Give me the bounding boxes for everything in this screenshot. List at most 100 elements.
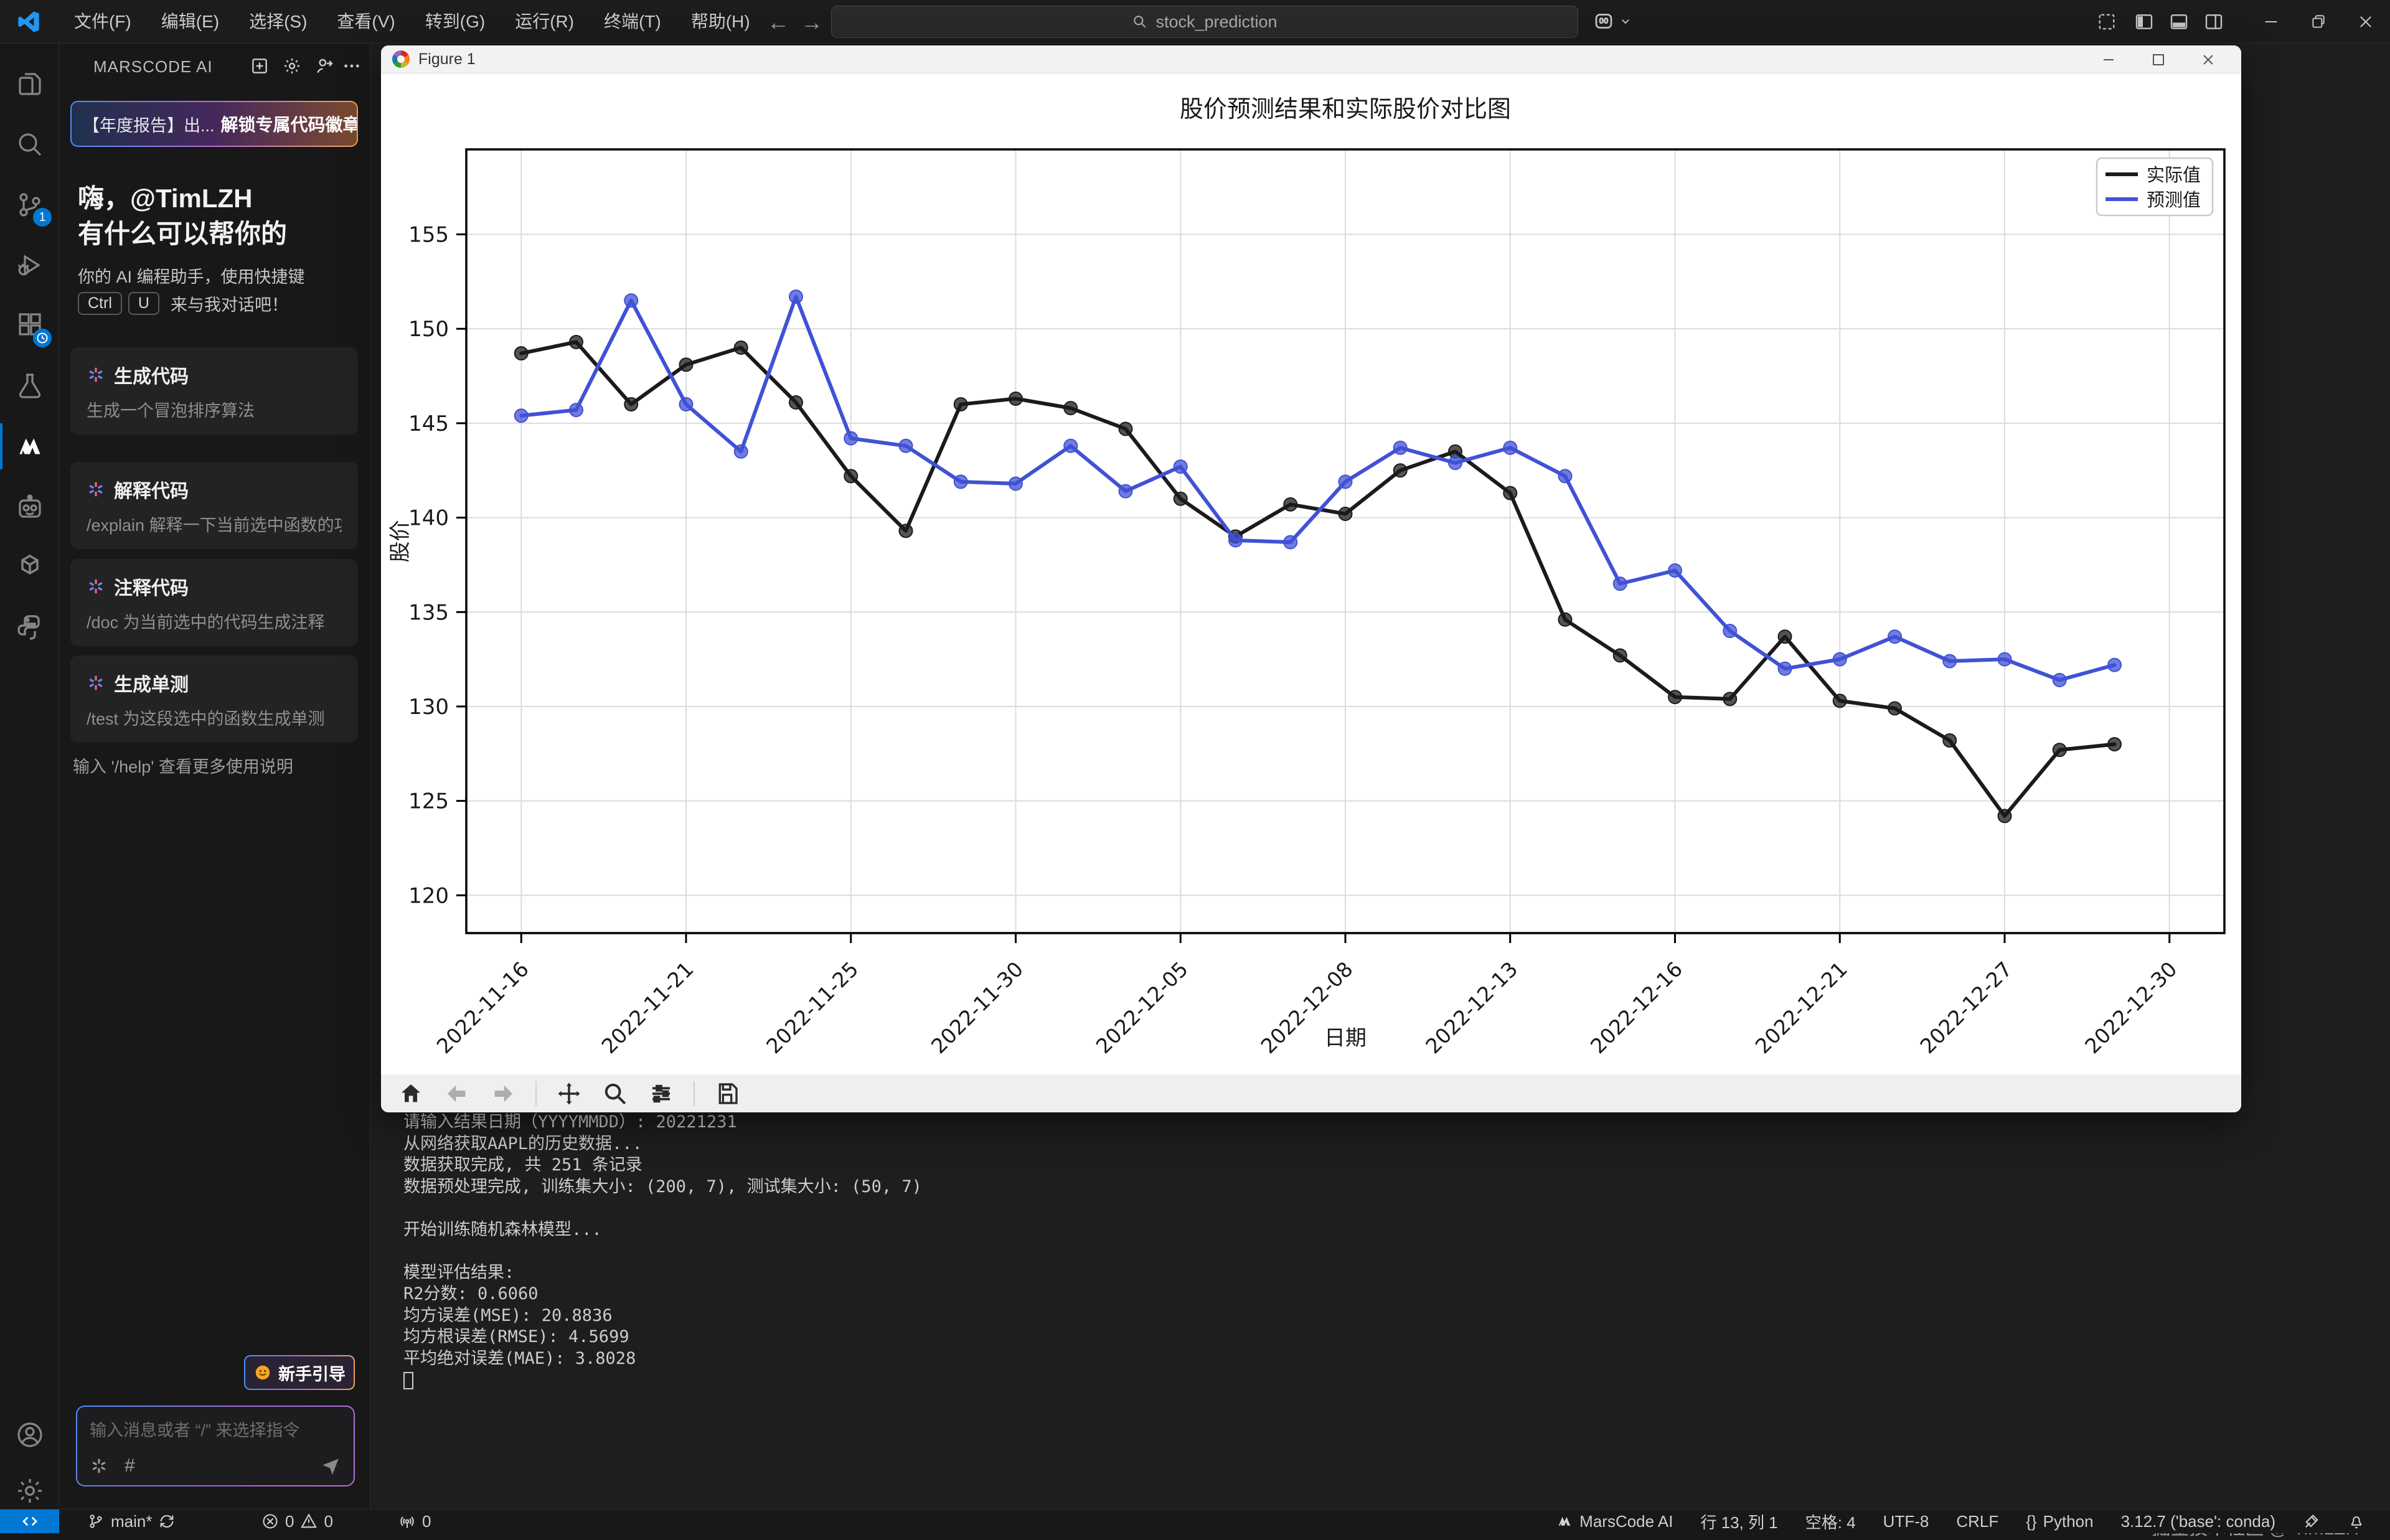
activitybar-robot-ai[interactable]	[0, 479, 59, 535]
chat-input[interactable]: 输入消息或者 “/” 来选择指令 #	[76, 1406, 355, 1486]
terminal-line: 请输入结果日期（YYYYMMDD）: 20221231	[403, 1112, 922, 1134]
toggle-panel-icon[interactable]	[2159, 0, 2199, 44]
cursor-position-status[interactable]: 行 13, 列 1	[1700, 1510, 1777, 1533]
nav-forward-icon[interactable]: →	[798, 9, 826, 36]
terminal-line: 均方根误差(RMSE): 4.5699	[403, 1326, 922, 1348]
figure-titlebar[interactable]: Figure 1	[381, 45, 2241, 73]
context-hash-icon[interactable]: #	[125, 1455, 135, 1477]
menu-file[interactable]: 文件(F)	[59, 6, 146, 38]
bell-icon[interactable]	[2348, 1513, 2365, 1530]
sparkle-icon	[87, 365, 105, 384]
terminal-output[interactable]: 请输入结果日期（YYYYMMDD）: 20221231从网络获取AAPL的历史数…	[403, 1112, 922, 1391]
card-title: 注释代码	[114, 573, 189, 600]
activitybar-marscode[interactable]	[0, 418, 59, 474]
chart-svg: 1201251301351401451501552022-11-162022-1…	[381, 73, 2241, 1074]
key-ctrl: Ctrl	[78, 292, 122, 315]
mpl-zoom-icon[interactable]	[601, 1080, 629, 1107]
banner-link: 解锁专属代码徽章→	[221, 111, 358, 136]
figure-minimize-icon[interactable]	[2087, 45, 2130, 73]
encoding-status[interactable]: UTF-8	[1883, 1512, 1929, 1531]
sidebar-title: MARSCODE AI	[93, 57, 213, 77]
activitybar-extensions[interactable]	[0, 298, 59, 354]
window-restore-icon[interactable]	[2298, 0, 2338, 44]
warning-icon	[300, 1513, 318, 1530]
customize-layout-icon[interactable]	[2087, 0, 2127, 44]
error-count: 0	[285, 1512, 294, 1531]
title-bar: 文件(F) 编辑(E) 选择(S) 查看(V) 转到(G) 运行(R) 终端(T…	[0, 0, 2390, 44]
terminal-line: 从网络获取AAPL的历史数据...	[403, 1134, 922, 1155]
toggle-sidebar-icon[interactable]	[2124, 0, 2164, 44]
activitybar-python[interactable]	[0, 599, 59, 655]
figure-toolbar	[381, 1074, 2241, 1112]
terminal-line: 模型评估结果:	[403, 1262, 922, 1284]
onboarding-button[interactable]: 新手引导	[244, 1355, 355, 1390]
mpl-back-icon[interactable]	[443, 1080, 471, 1107]
remote-indicator[interactable]	[0, 1509, 59, 1533]
status-bar: main* 0 0 0 MarsCode AI 行 13, 列 1 空格: 4 …	[0, 1509, 2390, 1533]
mpl-pan-icon[interactable]	[555, 1080, 583, 1107]
activitybar-explorer[interactable]	[0, 56, 59, 112]
menu-edit[interactable]: 编辑(E)	[146, 6, 234, 38]
card-generate-code[interactable]: 生成代码 生成一个冒泡排序算法	[70, 347, 358, 434]
terminal-line	[403, 1241, 922, 1262]
menu-selection[interactable]: 选择(S)	[234, 6, 322, 38]
chat-input-placeholder: 输入消息或者 “/” 来选择指令	[90, 1417, 341, 1441]
indentation-status[interactable]: 空格: 4	[1805, 1510, 1856, 1533]
menu-go[interactable]: 转到(G)	[410, 6, 500, 38]
language-status[interactable]: {} Python	[2026, 1512, 2093, 1531]
activitybar-account[interactable]	[0, 1407, 59, 1463]
toggle-secondary-sidebar-icon[interactable]	[2194, 0, 2234, 44]
activitybar-run-debug[interactable]	[0, 237, 59, 293]
mpl-subplots-config-icon[interactable]	[647, 1080, 675, 1107]
card-generate-test[interactable]: 生成单测 /test 为这段选中的函数生成单测	[70, 655, 358, 743]
activity-bar: 1	[0, 44, 59, 1509]
branch-status[interactable]: main*	[87, 1509, 176, 1533]
menu-run[interactable]: 运行(R)	[500, 6, 589, 38]
assistant-hint: 你的 AI 编程助手，使用快捷键	[78, 263, 305, 288]
mpl-save-icon[interactable]	[713, 1080, 741, 1107]
copilot-icon[interactable]	[1593, 10, 1631, 32]
card-explain-code[interactable]: 解释代码 /explain 解释一下当前选中函数的功...	[70, 462, 358, 549]
problems-status[interactable]: 0 0	[261, 1509, 333, 1533]
menu-view[interactable]: 查看(V)	[322, 6, 410, 38]
toolbar-separator	[535, 1081, 537, 1106]
eol-status[interactable]: CRLF	[1956, 1512, 1998, 1531]
ports-status[interactable]: 0	[398, 1509, 431, 1533]
window-minimize-icon[interactable]	[2251, 0, 2291, 44]
figure-maximize-icon[interactable]	[2137, 45, 2180, 73]
menu-help[interactable]: 帮助(H)	[676, 6, 765, 38]
activitybar-knot-extension[interactable]	[0, 539, 59, 595]
ports-count: 0	[422, 1512, 431, 1531]
figure-close-icon[interactable]	[2186, 45, 2230, 73]
marscode-status[interactable]: MarsCode AI	[1556, 1512, 1673, 1531]
svg-text:120: 120	[408, 883, 449, 908]
vscode-logo-icon	[16, 9, 41, 34]
mpl-home-icon[interactable]	[397, 1080, 425, 1107]
share-account-icon[interactable]	[311, 52, 338, 80]
new-chat-icon[interactable]	[246, 52, 273, 80]
command-search-input[interactable]: stock_prediction	[831, 6, 1578, 38]
assistant-hint-suffix: 来与我对话吧！	[171, 291, 288, 316]
svg-text:实际值: 实际值	[2147, 165, 2201, 185]
interpreter-status[interactable]: 3.12.7 ('base': conda)	[2121, 1512, 2275, 1531]
activitybar-testing[interactable]	[0, 358, 59, 414]
sidebar-more-icon[interactable]	[338, 52, 365, 80]
svg-text:135: 135	[408, 600, 449, 625]
window-close-icon[interactable]	[2346, 0, 2386, 44]
card-comment-code[interactable]: 注释代码 /doc 为当前选中的代码生成注释	[70, 559, 358, 646]
activitybar-source-control[interactable]: 1	[0, 177, 59, 233]
mpl-forward-icon[interactable]	[489, 1080, 517, 1107]
annual-report-banner[interactable]: 【年度报告】出... 解锁专属代码徽章→	[70, 101, 358, 147]
svg-text:150: 150	[408, 317, 449, 342]
sparkle-command-icon[interactable]	[90, 1457, 108, 1475]
sidebar-gear-icon[interactable]	[278, 52, 306, 80]
toolbar-separator	[694, 1081, 695, 1106]
onboarding-label: 新手引导	[278, 1361, 346, 1385]
nav-back-icon[interactable]: ←	[765, 9, 792, 36]
formatter-icon[interactable]	[2303, 1513, 2320, 1530]
send-icon[interactable]	[320, 1455, 341, 1477]
figure-window-title: Figure 1	[418, 50, 476, 68]
activitybar-search[interactable]	[0, 116, 59, 172]
terminal-line: 数据预处理完成, 训练集大小: (200, 7), 测试集大小: (50, 7)	[403, 1176, 922, 1198]
menu-terminal[interactable]: 终端(T)	[589, 6, 676, 38]
